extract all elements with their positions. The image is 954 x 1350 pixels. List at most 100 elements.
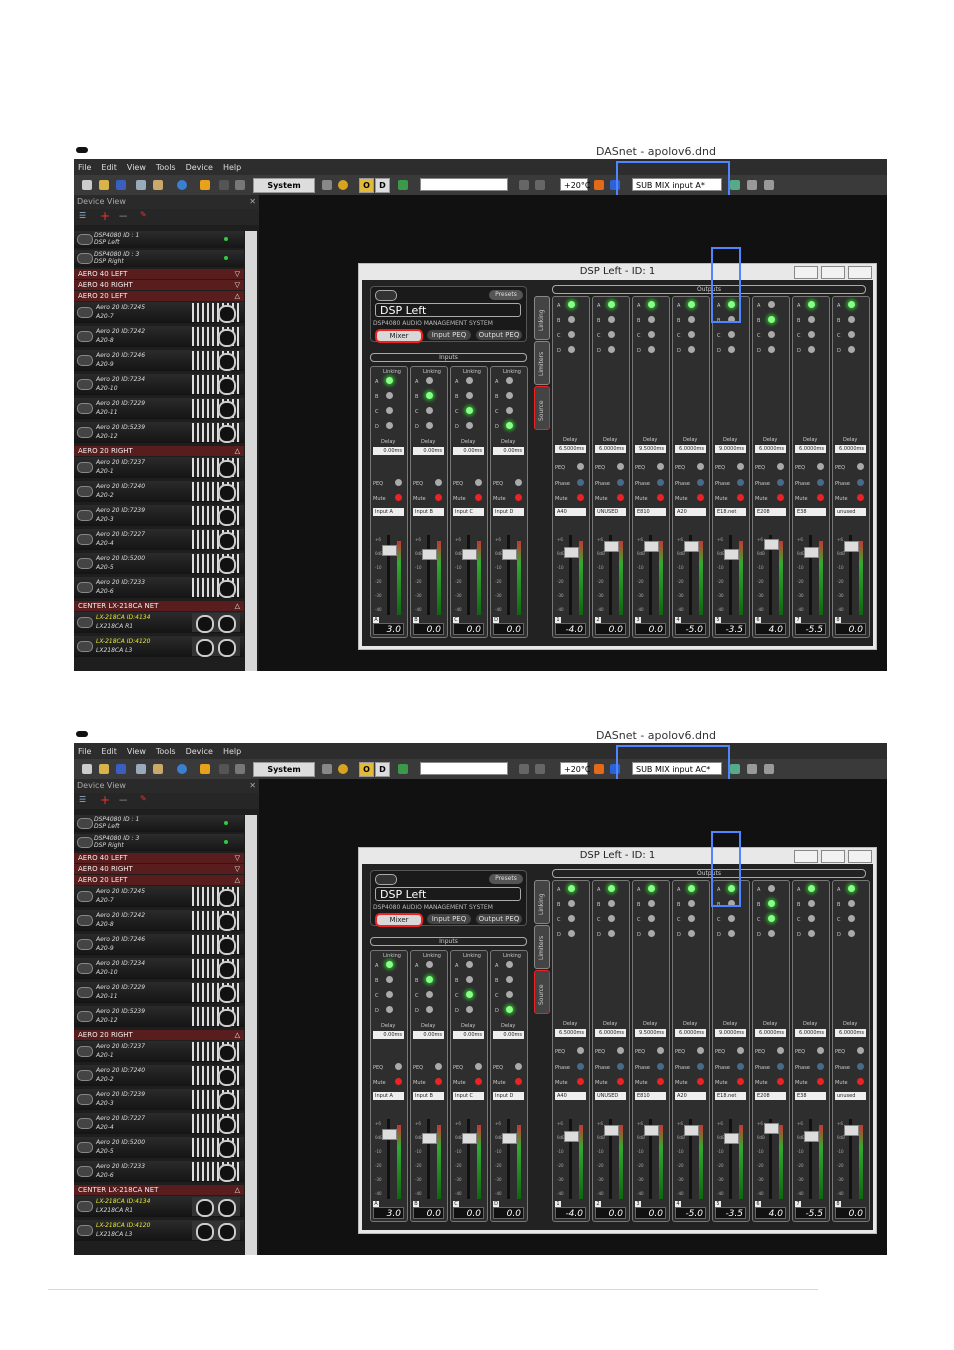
fader[interactable]: +6 0dB -10 -20 -30 -40 [797,535,825,615]
fader[interactable]: +6 0dB -10 -20 -30 -40 [495,535,523,615]
route-button-c[interactable] [808,915,815,922]
route-button-b[interactable] [808,316,815,323]
mute-button[interactable] [697,494,704,501]
delay-value[interactable]: 6.0000ms [755,445,786,453]
route-button-c[interactable] [728,331,735,338]
gain-value[interactable]: 0.0 [413,623,444,635]
route-button-d[interactable] [568,930,575,937]
device-name-field[interactable]: DSP Left [375,303,521,317]
gain-value[interactable]: -3.5 [715,623,746,635]
menu-file[interactable]: File [78,163,91,172]
route-button-b[interactable] [466,976,473,983]
fader[interactable]: +6 0dB -10 -20 -30 -40 [597,535,625,615]
speaker-item[interactable]: Aero 20 ID:7233 A20-6 [74,577,244,598]
route-button-d[interactable] [728,930,735,937]
mute-button[interactable] [857,494,864,501]
gain-value[interactable]: 0.0 [493,623,524,635]
mixer-button[interactable]: Mixer [375,329,423,343]
channel-name[interactable]: Input D [493,508,524,516]
route-button-c[interactable] [506,407,513,414]
route-button-d[interactable] [386,1006,393,1013]
route-button-c[interactable] [608,915,615,922]
monitor-icon[interactable] [398,180,408,190]
speaker-item[interactable]: Aero 20 ID:7234 A20-10 [74,374,244,395]
channel-name[interactable]: A20 [675,1092,706,1100]
fader-knob[interactable] [502,1133,517,1144]
peq-button[interactable] [817,1047,824,1054]
fader[interactable]: +6 0dB -10 -20 -30 -40 [415,1119,443,1199]
peq-button[interactable] [657,463,664,470]
route-button-b[interactable] [688,316,695,323]
route-button-b[interactable] [466,392,473,399]
route-button-c[interactable] [466,407,473,414]
fader-knob[interactable] [684,1125,699,1136]
channel-name[interactable]: unused [835,1092,866,1100]
route-button-a[interactable] [466,377,473,384]
copy-icon[interactable] [136,764,146,774]
channel-name[interactable]: Input A [373,508,404,516]
route-button-d[interactable] [848,930,855,937]
menu-view[interactable]: View [127,747,146,756]
peq-button[interactable] [395,1063,402,1070]
phase-button[interactable] [697,1063,704,1070]
menu-edit[interactable]: Edit [101,747,117,756]
group-header[interactable]: AERO 40 RIGHT ▽ [74,864,244,874]
phase-button[interactable] [817,1063,824,1070]
route-button-b[interactable] [608,900,615,907]
preset-combo[interactable] [420,178,508,191]
speaker-item[interactable]: Aero 20 ID:5200 A20-5 [74,553,244,574]
fader[interactable]: +6 0dB -10 -20 -30 -40 [415,535,443,615]
paste-icon[interactable] [153,180,163,190]
fader[interactable]: +6 0dB -10 -20 -30 -40 [797,1119,825,1199]
group-toggle-icon[interactable]: △ [235,601,240,611]
mixer-button[interactable]: Mixer [375,913,423,927]
route-button-a[interactable] [386,961,393,968]
menu-file[interactable]: File [78,747,91,756]
group-toggle-icon[interactable]: ▽ [235,269,240,279]
route-button-d[interactable] [426,1006,433,1013]
group-header[interactable]: AERO 40 RIGHT ▽ [74,280,244,290]
route-button-b[interactable] [506,392,513,399]
save-icon[interactable] [116,764,126,774]
fader[interactable]: +6 0dB -10 -20 -30 -40 [375,535,403,615]
speaker-item[interactable]: Aero 20 ID:7242 A20-8 [74,910,244,931]
dsp-device-item[interactable]: DSP4080 ID : 1 DSP Left [74,815,244,832]
mute-button[interactable] [697,1078,704,1085]
route-button-d[interactable] [426,422,433,429]
peq-button[interactable] [577,1047,584,1054]
route-button-b[interactable] [648,316,655,323]
delay-value[interactable]: 6.0000ms [795,1029,826,1037]
speaker-item[interactable]: Aero 20 ID:7246 A20-9 [74,350,244,371]
route-button-b[interactable] [608,316,615,323]
fan-icon[interactable] [338,764,348,774]
group-toggle-icon[interactable]: ▽ [235,280,240,290]
group-toggle-icon[interactable]: △ [235,875,240,885]
route-button-a[interactable] [386,377,393,384]
fader[interactable]: +6 0dB -10 -20 -30 -40 [637,535,665,615]
speaker-item[interactable]: Aero 20 ID:7234 A20-10 [74,958,244,979]
peq-button[interactable] [657,1047,664,1054]
speaker-item[interactable]: Aero 20 ID:7245 A20-7 [74,302,244,323]
fader[interactable]: +6 0dB -10 -20 -30 -40 [495,1119,523,1199]
menu-tools[interactable]: Tools [156,163,176,172]
list-icon[interactable]: ☰ [79,211,86,220]
camera-icon[interactable] [747,764,757,774]
phase-button[interactable] [617,1063,624,1070]
group-header[interactable]: AERO 40 LEFT ▽ [74,853,244,863]
gain-value[interactable]: 4.0 [755,623,786,635]
route-button-a[interactable] [648,885,655,892]
fader-knob[interactable] [804,1131,819,1142]
delay-value[interactable]: 6.0000ms [595,1029,626,1037]
device-list-scrollbar[interactable] [245,231,257,671]
gain-value[interactable]: 0.0 [835,623,866,635]
camera-2-icon[interactable] [764,764,774,774]
mute-button[interactable] [475,1078,482,1085]
route-button-b[interactable] [848,316,855,323]
add-icon[interactable] [594,180,604,190]
route-button-d[interactable] [688,346,695,353]
speaker-item[interactable]: Aero 20 ID:7237 A20-1 [74,457,244,478]
remove-device-icon[interactable]: − [118,793,128,807]
gain-value[interactable]: 0.0 [453,623,484,635]
channel-name[interactable]: E18.net [715,1092,746,1100]
route-button-b[interactable] [426,976,433,983]
